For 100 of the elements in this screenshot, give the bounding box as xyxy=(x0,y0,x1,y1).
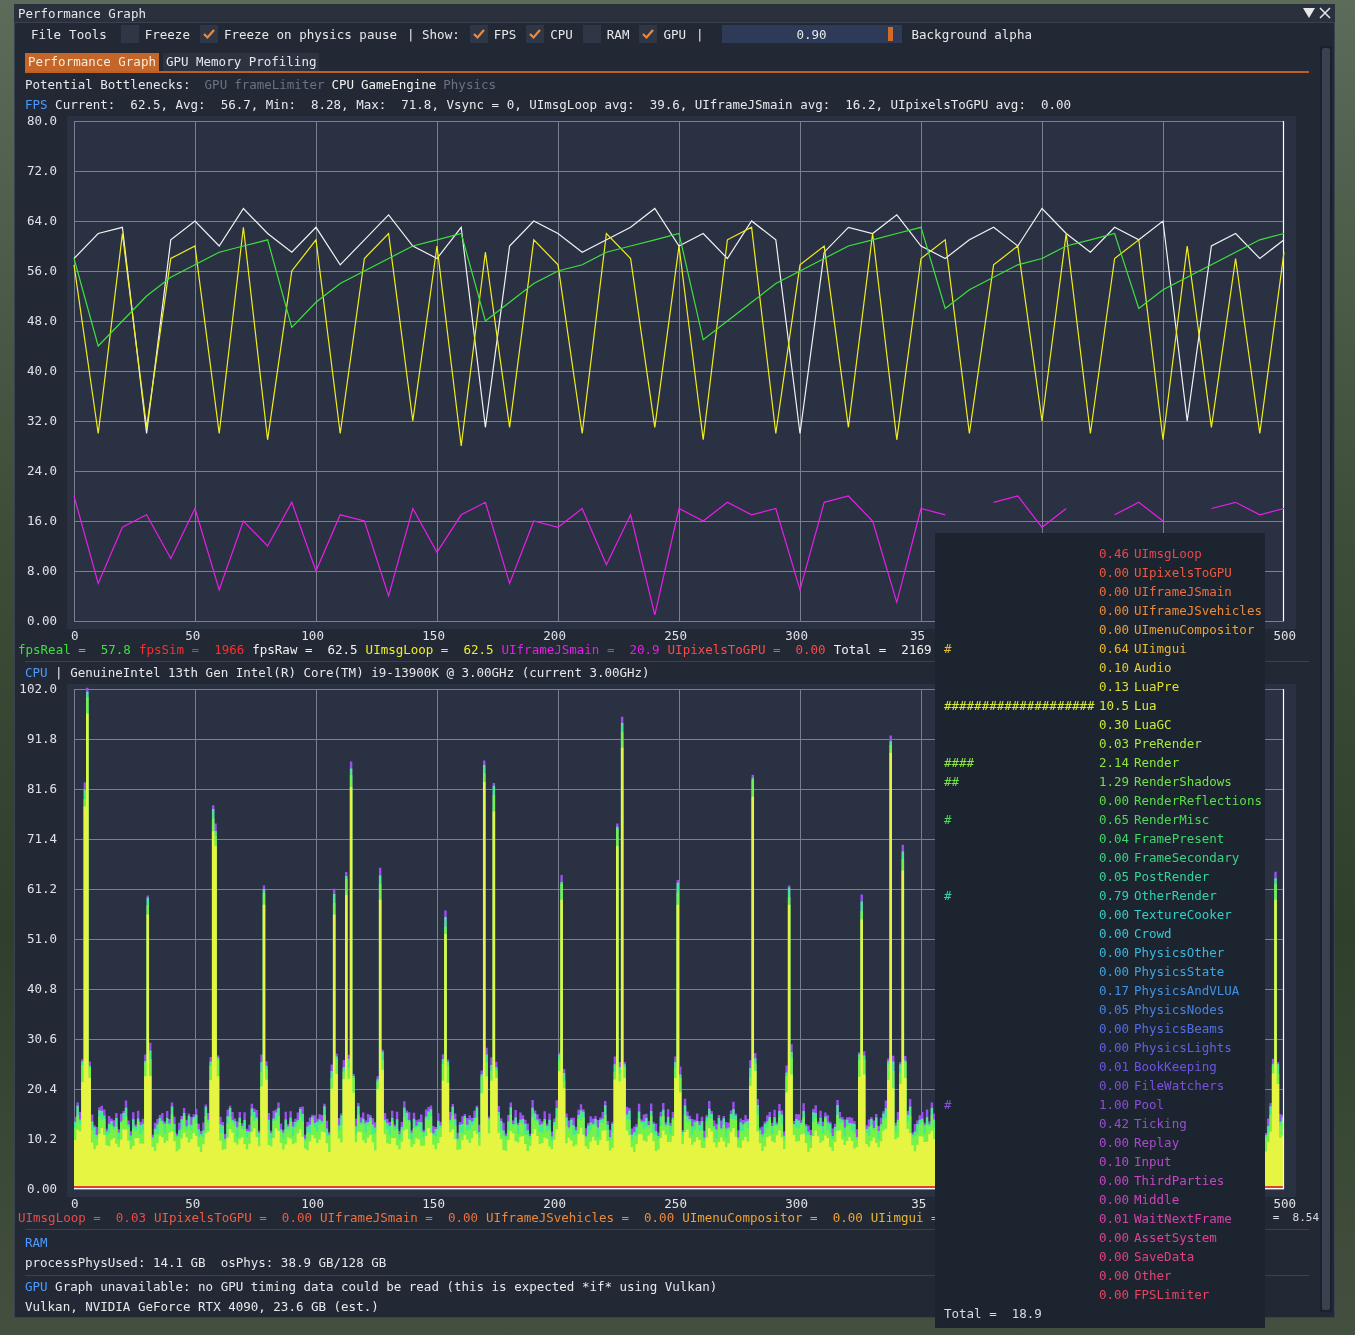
timing-value: 0.10 xyxy=(1099,660,1131,675)
axis-tick-label: 40.8 xyxy=(26,983,57,995)
axis-tick-label: 0.00 xyxy=(26,615,57,627)
timing-value: 0.04 xyxy=(1099,831,1131,846)
checkbox-label[interactable]: FPS xyxy=(493,26,517,42)
timing-value: 0.00 xyxy=(1099,622,1131,637)
timing-label: PreRender xyxy=(1134,736,1202,751)
collapse-triangle-icon[interactable] xyxy=(1303,8,1315,18)
axis-tick-label: 24.0 xyxy=(26,465,57,477)
timing-value: 0.13 xyxy=(1099,679,1131,694)
checkbox-label[interactable]: Freeze xyxy=(144,26,190,42)
timing-value: 0.00 xyxy=(1099,1192,1131,1207)
timing-label: BookKeeping xyxy=(1134,1059,1217,1074)
window-title: Performance Graph xyxy=(18,5,147,21)
timing-label: Audio xyxy=(1134,660,1172,675)
timing-label: FileWatchers xyxy=(1134,1078,1225,1093)
axis-tick-label: 71.4 xyxy=(26,833,57,845)
checkbox[interactable] xyxy=(526,25,545,43)
timing-value: 0.05 xyxy=(1099,869,1131,884)
timing-label: UImenuCompositor xyxy=(1134,622,1255,637)
legend-entry: UIframeJSmain = 20.9 xyxy=(501,643,660,656)
scrollbar[interactable] xyxy=(1320,46,1332,1312)
timing-label: Pool xyxy=(1134,1097,1165,1112)
timing-label: PhysicsNodes xyxy=(1134,1002,1225,1017)
axis-tick-label: 300 xyxy=(785,629,808,643)
menu-item[interactable]: File xyxy=(27,26,66,42)
histogram-text: # xyxy=(944,888,952,903)
timing-label: WaitNextFrame xyxy=(1134,1211,1232,1226)
legend-entry: fpsSim = 1966 xyxy=(138,643,245,656)
axis-tick-label: 35 xyxy=(910,629,926,643)
tab[interactable]: Performance Graph xyxy=(25,53,159,71)
timing-label: PhysicsAndVLUA xyxy=(1134,983,1240,998)
timing-value: 0.00 xyxy=(1099,850,1131,865)
timing-label: FPSLimiter xyxy=(1134,1287,1210,1302)
timing-label: FrameSecondary xyxy=(1134,850,1240,865)
toolbar-label: | Show: xyxy=(407,26,460,42)
axis-tick-label: 40.0 xyxy=(26,365,57,377)
legend-entry: UIpixelsToGPU = 0.00 xyxy=(153,1211,312,1224)
timing-value: 0.00 xyxy=(1099,584,1131,599)
axis-tick-label: 50 xyxy=(185,629,201,643)
close-icon[interactable] xyxy=(1319,7,1331,19)
timing-label: ThirdParties xyxy=(1134,1173,1225,1188)
timing-label: PhysicsOther xyxy=(1134,945,1225,960)
axis-tick-label: 150 xyxy=(422,1197,445,1211)
menu-item[interactable]: Tools xyxy=(65,26,111,42)
timing-label: UImsgLoop xyxy=(1134,546,1202,561)
checkbox-label[interactable]: Freeze on physics pause xyxy=(223,26,397,42)
timing-label: LuaGC xyxy=(1134,717,1172,732)
timing-value: 0.00 xyxy=(1099,603,1131,618)
axis-tick-label: 500 xyxy=(1273,629,1296,643)
legend-entry: UImenuCompositor = 0.00 xyxy=(682,1211,863,1224)
histogram-text: # xyxy=(944,812,952,827)
checkbox-label[interactable]: GPU xyxy=(663,26,686,42)
tab[interactable]: GPU Memory Profiling xyxy=(162,53,320,71)
histogram-text: #### xyxy=(944,755,975,770)
timing-label: UIframeJSmain xyxy=(1134,584,1232,599)
timing-value: 0.00 xyxy=(1099,1287,1131,1302)
axis-tick-label: 10.2 xyxy=(26,1133,57,1145)
slider-handle[interactable] xyxy=(888,27,894,41)
timing-value: 0.30 xyxy=(1099,717,1131,732)
legend-entry: Total = 2169 xyxy=(833,643,932,656)
bottleneck-item: frameLimiter xyxy=(234,77,325,92)
bottlenecks-label: Potential Bottlenecks: xyxy=(25,77,191,92)
timing-value: 0.46 xyxy=(1099,546,1131,561)
checkbox[interactable] xyxy=(639,25,658,43)
slider[interactable]: 0.90 xyxy=(721,25,902,43)
axis-tick-label: 61.2 xyxy=(26,883,57,895)
axis-tick-label: 500 xyxy=(1273,1197,1296,1211)
timing-value: 0.00 xyxy=(1099,926,1131,941)
timing-label: Render xyxy=(1134,755,1180,770)
timing-label: OtherRender xyxy=(1134,888,1217,903)
timing-value: 0.42 xyxy=(1099,1116,1131,1131)
timing-label: PostRender xyxy=(1134,869,1210,884)
timing-label: PhysicsState xyxy=(1134,964,1225,979)
legend-entry: = 8.54 xyxy=(1272,1211,1319,1224)
timing-label: RenderReflections xyxy=(1134,793,1262,808)
timing-label: Ticking xyxy=(1134,1116,1187,1131)
axis-tick-label: 30.6 xyxy=(26,1033,57,1045)
timing-value: 0.00 xyxy=(1099,1249,1131,1264)
axis-tick-label: 72.0 xyxy=(26,165,57,177)
timing-value: 0.64 xyxy=(1099,641,1131,656)
timing-value: 0.00 xyxy=(1099,1230,1131,1245)
axis-tick-label: 81.6 xyxy=(26,783,57,795)
axis-tick-label: 51.0 xyxy=(26,933,57,945)
timing-value: 0.05 xyxy=(1099,1002,1131,1017)
axis-tick-label: 200 xyxy=(543,629,566,643)
checkbox-label[interactable]: RAM xyxy=(606,26,630,42)
legend-entry: fpsReal = 57.8 xyxy=(18,643,131,656)
bottleneck-item: Physics xyxy=(443,77,496,92)
timing-value: 10.5 xyxy=(1099,698,1131,713)
axis-tick-label: 200 xyxy=(543,1197,566,1211)
timing-label: SaveData xyxy=(1134,1249,1195,1264)
timing-label: Middle xyxy=(1134,1192,1180,1207)
checkbox-label[interactable]: CPU xyxy=(550,26,573,42)
axis-tick-label: 48.0 xyxy=(26,315,57,327)
timing-value: 0.79 xyxy=(1099,888,1131,903)
legend-entry: UImsgLoop = 0.03 xyxy=(18,1211,146,1224)
timing-value: 0.00 xyxy=(1099,1135,1131,1150)
timing-value: 1.29 xyxy=(1099,774,1131,789)
axis-tick-label: 8.00 xyxy=(26,565,57,577)
